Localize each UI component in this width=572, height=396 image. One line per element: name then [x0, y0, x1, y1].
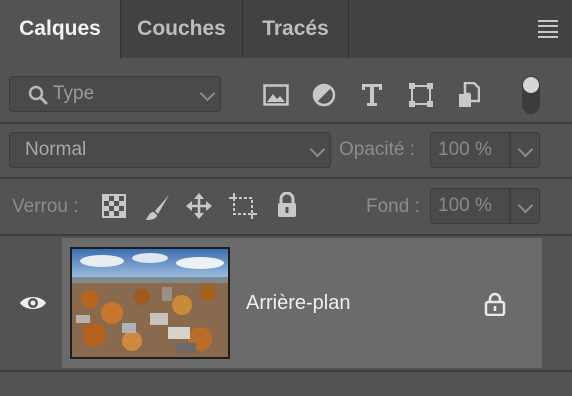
- tab-couches[interactable]: Couches: [121, 0, 243, 58]
- lock-artboard-icon[interactable]: [229, 193, 257, 224]
- layer-kind-filter-select[interactable]: Type: [9, 76, 221, 112]
- chevron-down-icon: [199, 85, 216, 102]
- smart-object-filter-icon[interactable]: [458, 82, 480, 108]
- opacity-input[interactable]: 100 %: [430, 132, 510, 168]
- divider: [0, 122, 572, 124]
- layer-visibility-eye-icon[interactable]: [19, 293, 47, 318]
- lock-all-icon[interactable]: [276, 191, 298, 223]
- blend-mode-value: Normal: [25, 139, 87, 160]
- shape-filter-icon[interactable]: [408, 82, 434, 108]
- lock-position-icon[interactable]: [186, 193, 212, 224]
- image-filter-icon[interactable]: [263, 84, 289, 106]
- lock-image-pixels-icon[interactable]: [145, 193, 171, 226]
- chevron-down-icon: [517, 197, 534, 214]
- divider: [0, 177, 572, 179]
- tab-traces[interactable]: Tracés: [243, 0, 349, 58]
- kind-filter-value: Type: [53, 83, 95, 104]
- fill-value: 100 %: [438, 195, 492, 216]
- tab-calques[interactable]: Calques: [0, 0, 121, 58]
- fill-input[interactable]: 100 %: [430, 188, 510, 224]
- lock-transparent-pixels-icon[interactable]: [102, 194, 126, 223]
- fill-label: Fond :: [366, 196, 420, 217]
- layers-list-empty-area: [0, 370, 572, 396]
- panel-menu-icon[interactable]: [538, 20, 558, 38]
- layer-name[interactable]: Arrière-plan: [246, 292, 350, 315]
- opacity-label: Opacité :: [339, 139, 416, 160]
- fill-dropdown-button[interactable]: [510, 188, 540, 224]
- divider: [0, 234, 572, 236]
- adjustment-filter-icon[interactable]: [312, 83, 336, 107]
- chevron-down-icon: [309, 141, 326, 158]
- toggle-knob: [523, 77, 539, 93]
- layer-thumbnail: [70, 247, 230, 359]
- opacity-value: 100 %: [438, 139, 492, 160]
- search-icon: [28, 85, 48, 110]
- layer-lock-icon[interactable]: [484, 292, 506, 321]
- opacity-dropdown-button[interactable]: [510, 132, 540, 168]
- chevron-down-icon: [517, 141, 534, 158]
- blend-mode-select[interactable]: Normal: [9, 132, 331, 168]
- lock-label: Verrou :: [12, 196, 79, 217]
- filter-toggle-switch[interactable]: [522, 76, 540, 114]
- text-filter-icon[interactable]: [361, 83, 383, 107]
